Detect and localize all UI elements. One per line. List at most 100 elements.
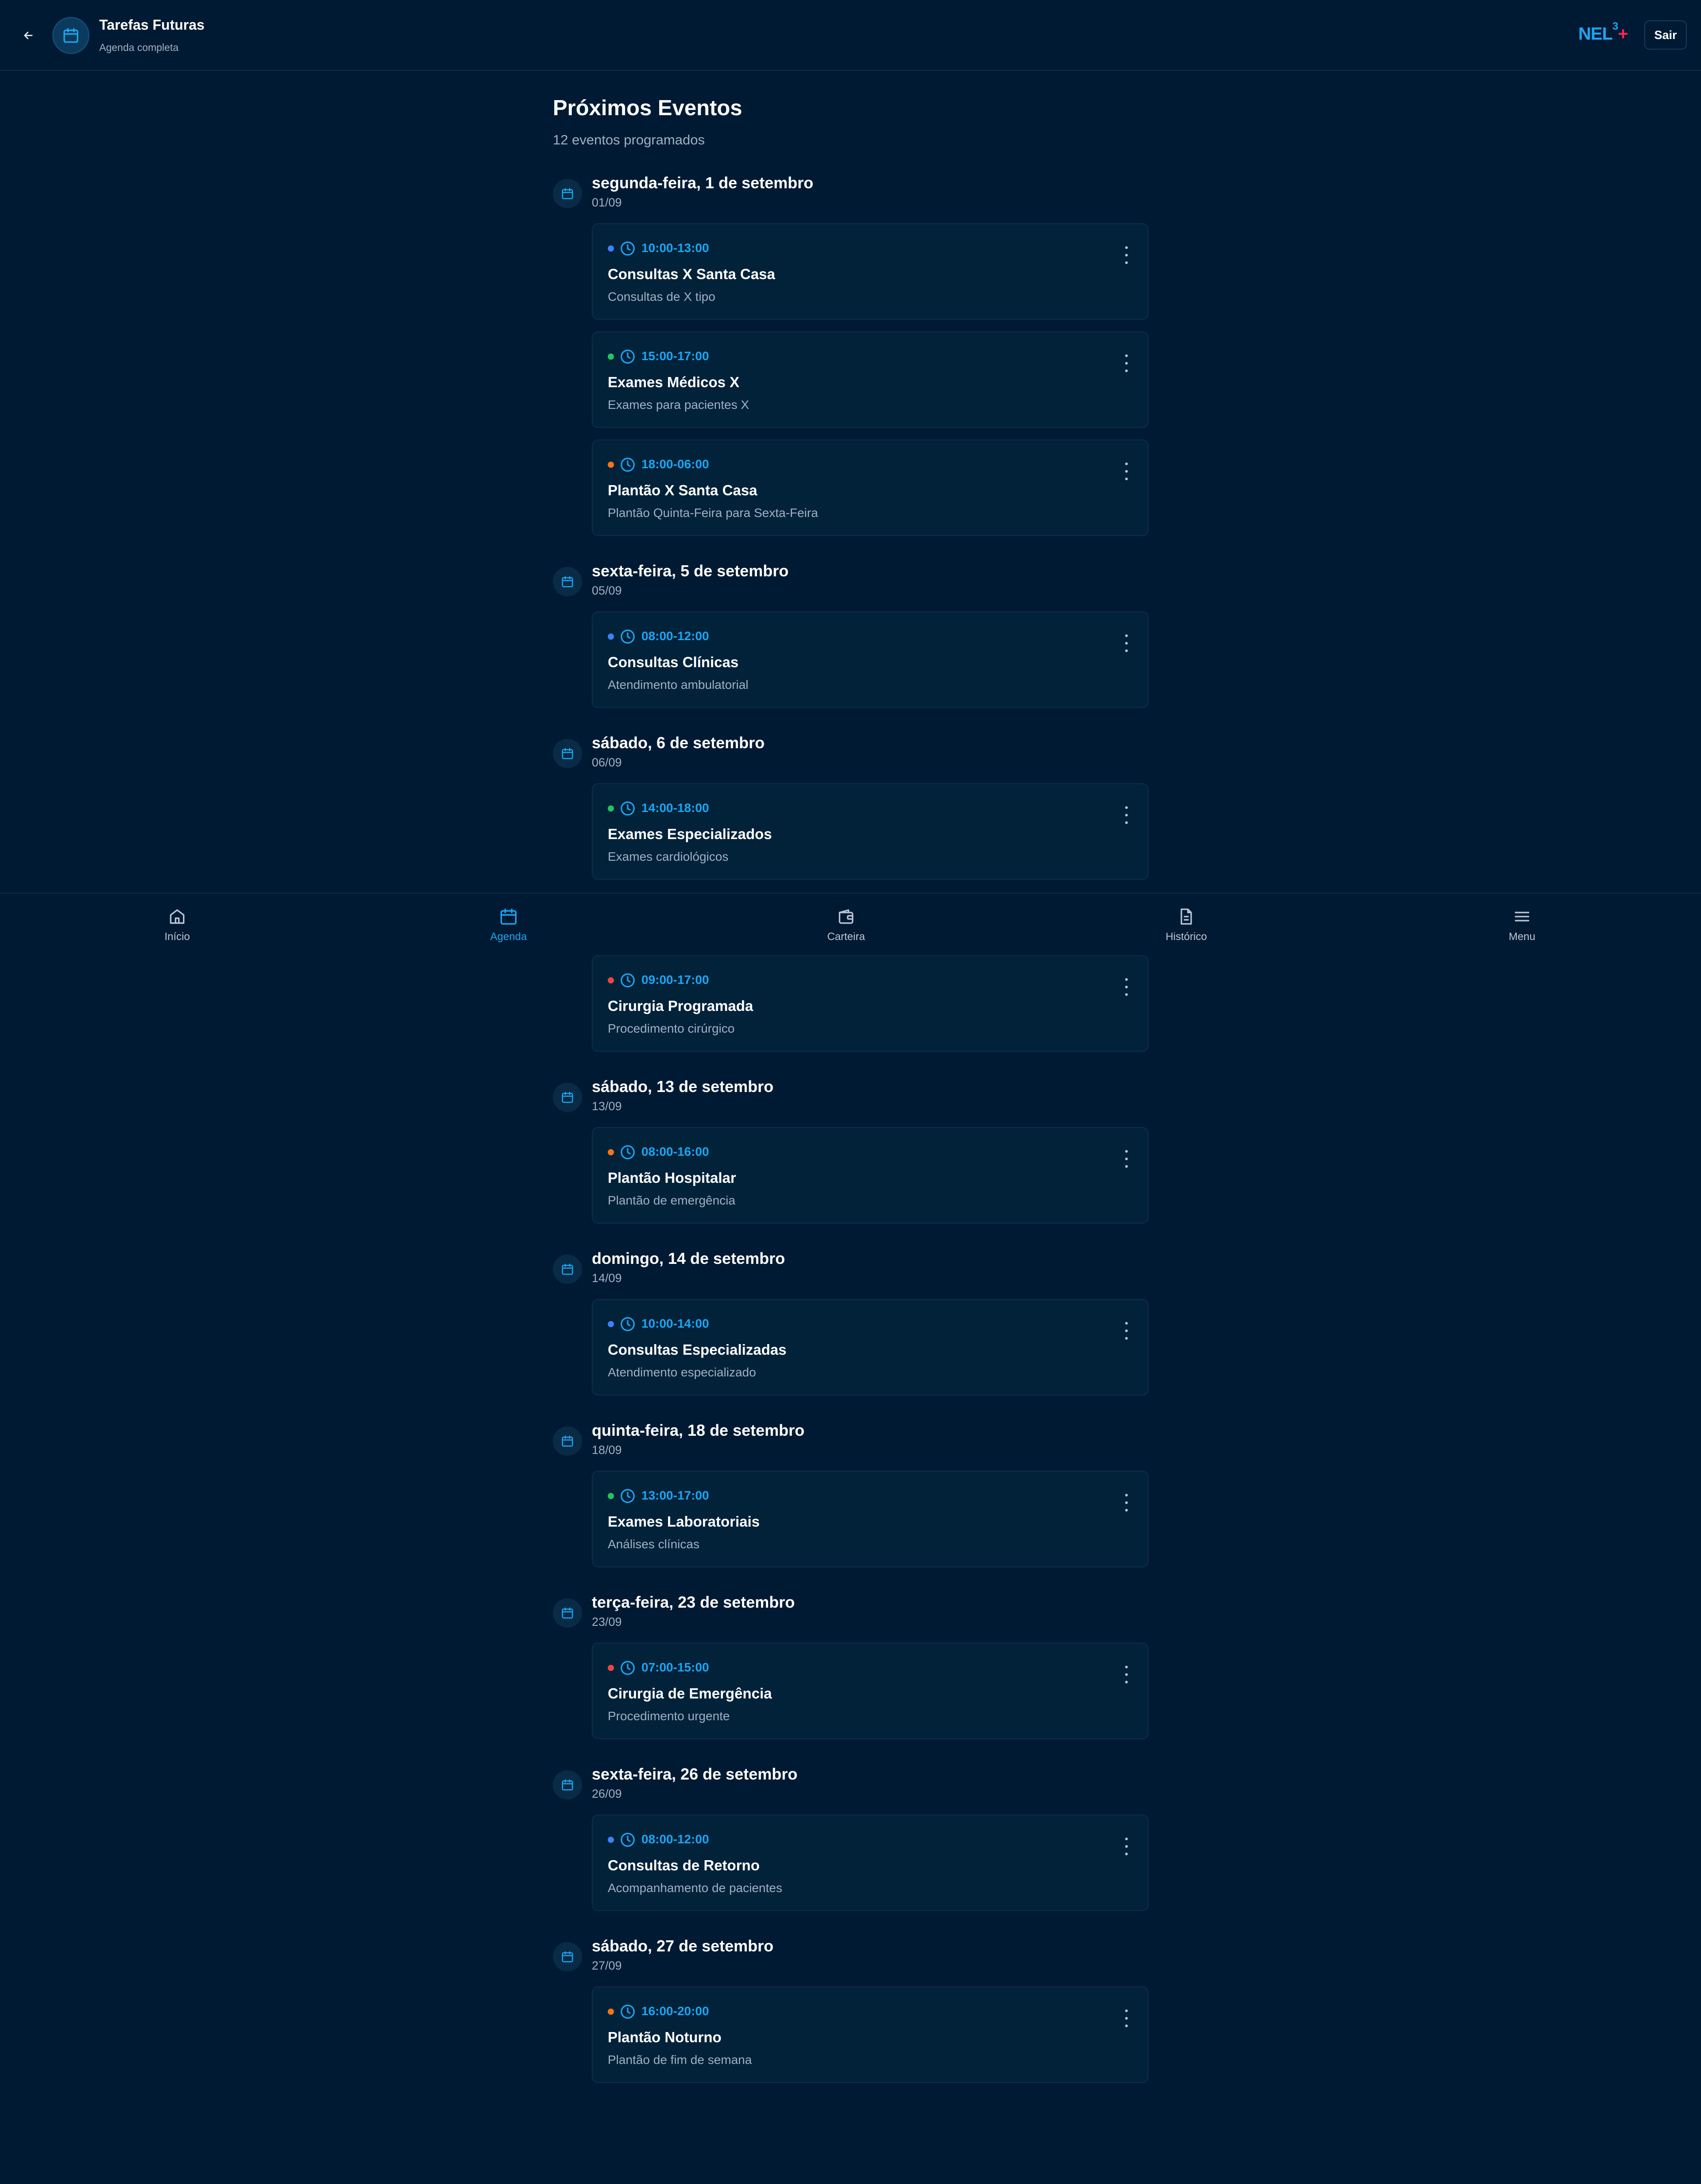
wallet-icon (839, 909, 854, 924)
event-status-dot (608, 1321, 614, 1327)
more-options-icon[interactable] (1123, 1666, 1130, 1683)
event-card[interactable]: 18:00-06:00 Plantão X Santa Casa Plantão Q… (592, 439, 1149, 536)
clock-icon (621, 801, 635, 816)
day-date: 14/09 (592, 1271, 622, 1285)
event-time: 10:00-14:00 (641, 1317, 709, 1330)
home-icon (170, 909, 185, 924)
more-options-icon[interactable] (1123, 2009, 1130, 2027)
clock-icon (621, 1661, 635, 1675)
event-time: 08:00-16:00 (641, 1145, 709, 1158)
day-icon (553, 739, 582, 768)
calendar-icon (500, 908, 517, 925)
more-options-icon[interactable] (1123, 246, 1130, 264)
event-card[interactable]: 07:00-15:00 Cirurgia de Emergência Procedi… (592, 1643, 1149, 1739)
bottom-nav: Início Agenda Carteira Histórico Menu (0, 893, 1701, 955)
event-description: Atendimento especializado (608, 1365, 756, 1379)
page-title: Próximos Eventos (553, 96, 742, 120)
nav-label: Carteira (827, 931, 865, 943)
event-title: Consultas Clínicas (608, 654, 739, 670)
event-description: Consultas de X tipo (608, 290, 715, 303)
event-card[interactable]: 08:00-16:00 Plantão Hospitalar Plantão de … (592, 1127, 1149, 1224)
app-icon (52, 17, 89, 54)
event-title: Plantão X Santa Casa (608, 482, 757, 498)
clock-icon (621, 241, 635, 256)
event-description: Exames para pacientes X (608, 398, 750, 412)
calendar-icon (562, 748, 573, 759)
menu-icon (1515, 912, 1530, 921)
nav-item-historico[interactable]: Histórico (1138, 907, 1235, 951)
clock-icon (621, 1833, 635, 1847)
more-options-icon[interactable] (1123, 462, 1130, 480)
nav-label: Menu (1508, 931, 1536, 943)
event-title: Exames Especializados (608, 826, 772, 842)
more-options-icon[interactable] (1123, 1322, 1130, 1340)
nav-label: Agenda (490, 931, 527, 943)
more-options-icon[interactable] (1123, 634, 1130, 652)
calendar-icon (562, 576, 573, 587)
event-card[interactable]: 16:00-20:00 Plantão Noturno Plantão de fim… (592, 1986, 1149, 2083)
event-description: Plantão de fim de semana (608, 2053, 752, 2067)
calendar-icon (562, 1435, 573, 1447)
day-icon (553, 179, 582, 208)
event-status-dot (608, 633, 614, 640)
event-title: Consultas X Santa Casa (608, 266, 775, 282)
event-description: Procedimento cirúrgico (608, 1022, 735, 1035)
day-date: 18/09 (592, 1443, 622, 1457)
nav-item-agenda[interactable]: Agenda (460, 907, 557, 951)
nav-item-inicio[interactable]: Início (128, 907, 226, 951)
event-time: 09:00-17:00 (641, 973, 709, 987)
event-title: Cirurgia Programada (608, 998, 753, 1014)
more-options-icon[interactable] (1123, 354, 1130, 372)
event-description: Acompanhamento de pacientes (608, 1881, 782, 1895)
brand-superscript: 3 (1612, 20, 1618, 32)
back-button[interactable] (19, 27, 37, 44)
event-time: 08:00-12:00 (641, 629, 709, 643)
event-description: Plantão de emergência (608, 1193, 735, 1207)
document-icon (1181, 908, 1192, 925)
event-time: 15:00-17:00 (641, 349, 709, 363)
clock-icon (621, 1317, 635, 1331)
nav-item-carteira[interactable]: Carteira (797, 907, 895, 951)
more-options-icon[interactable] (1123, 1838, 1130, 1855)
day-date: 27/09 (592, 1959, 622, 1972)
day-date: 26/09 (592, 1787, 622, 1800)
event-status-dot (608, 1493, 614, 1499)
event-status-dot (608, 805, 614, 812)
event-card[interactable]: 15:00-17:00 Exames Médicos X Exames para p… (592, 331, 1149, 428)
calendar-icon (562, 1779, 573, 1791)
clock-icon (621, 973, 635, 987)
exit-button[interactable]: Sair (1644, 20, 1687, 50)
page-header-subtitle: Agenda completa (99, 42, 179, 53)
event-time: 07:00-15:00 (641, 1660, 709, 1674)
clock-icon (621, 2005, 635, 2019)
brand-logo: NEL3+ (1578, 20, 1628, 44)
day-icon (553, 1426, 582, 1456)
event-card[interactable]: 08:00-12:00 Consultas de Retorno Acompanha… (592, 1815, 1149, 1911)
event-card[interactable]: 09:00-17:00 Cirurgia Programada Procedimen… (592, 955, 1149, 1052)
event-description: Plantão Quinta-Feira para Sexta-Feira (608, 506, 818, 520)
more-options-icon[interactable] (1123, 1494, 1130, 1512)
event-time: 16:00-20:00 (641, 2004, 709, 2018)
clock-icon (621, 1489, 635, 1503)
day-name: sexta-feira, 5 de setembro (592, 562, 789, 580)
day-icon (553, 1255, 582, 1284)
event-card[interactable]: 13:00-17:00 Exames Laboratoriais Análises … (592, 1471, 1149, 1567)
nav-item-menu[interactable]: Menu (1473, 907, 1571, 951)
clock-icon (621, 458, 635, 472)
event-card[interactable]: 10:00-14:00 Consultas Especializadas Atend… (592, 1299, 1149, 1395)
event-card[interactable]: 14:00-18:00 Exames Especializados Exames c… (592, 783, 1149, 880)
page-subtitle: 12 eventos programados (553, 132, 705, 148)
event-card[interactable]: 08:00-12:00 Consultas Clínicas Atendimento… (592, 611, 1149, 708)
nav-label: Início (164, 931, 190, 943)
clock-icon (621, 1145, 635, 1159)
event-title: Consultas Especializadas (608, 1341, 787, 1358)
calendar-icon (63, 28, 78, 43)
more-options-icon[interactable] (1123, 806, 1130, 824)
calendar-icon (562, 1092, 573, 1103)
more-options-icon[interactable] (1123, 978, 1130, 996)
page-header-title: Tarefas Futuras (99, 17, 205, 33)
more-options-icon[interactable] (1123, 1150, 1130, 1168)
clock-icon (621, 630, 635, 644)
event-card[interactable]: 10:00-13:00 Consultas X Santa Casa Consult… (592, 223, 1149, 320)
day-name: quinta-feira, 18 de setembro (592, 1421, 805, 1439)
